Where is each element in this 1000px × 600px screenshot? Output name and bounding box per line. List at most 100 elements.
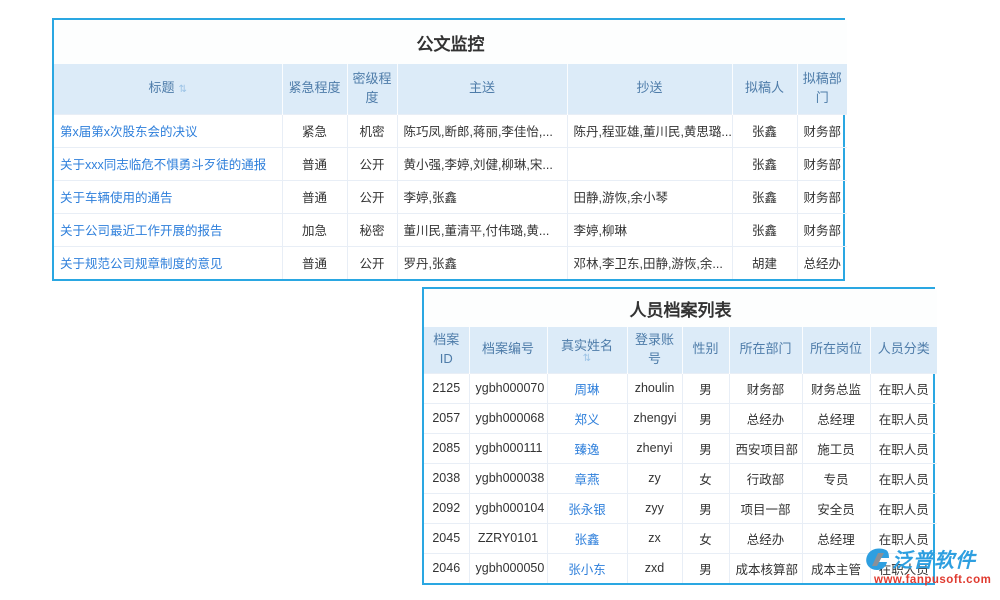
personnel-cell-archive-no: ZZRY0101 — [469, 523, 547, 553]
person-name-link[interactable]: 章燕 — [574, 473, 599, 487]
column-header-7[interactable]: 所在岗位 — [802, 327, 870, 373]
personnel-cell-real-name: 张小东 — [547, 553, 627, 583]
personnel-table-row: 2046ygbh000050张小东zxd男成本核算部成本主管在职人员 — [424, 553, 937, 583]
personnel-cell-login-account: zhenyi — [627, 433, 682, 463]
doc-title-link[interactable]: 关于xxx同志临危不惧勇斗歹徒的通报 — [60, 158, 266, 172]
doc-cell-secrecy: 公开 — [347, 180, 397, 213]
doc-table-header-row: 标题⇅ 紧急程度密级程度 主送 抄送 拟稿人拟稿部门 — [54, 64, 847, 114]
personnel-cell-archive-no: ygbh000068 — [469, 403, 547, 433]
personnel-cell-real-name: 章燕 — [547, 463, 627, 493]
personnel-cell-position: 专员 — [802, 463, 870, 493]
doc-cell-urgency: 加急 — [282, 213, 347, 246]
column-header-7[interactable]: 拟稿部门 — [797, 64, 847, 114]
column-header-label: 所在部门 — [739, 341, 791, 356]
doc-cell-drafter: 张鑫 — [732, 180, 797, 213]
column-header-8[interactable]: 人员分类 — [870, 327, 937, 373]
doc-cell-secrecy: 公开 — [347, 246, 397, 279]
doc-cell-draft_dept: 财务部 — [797, 213, 847, 246]
personnel-table-header-row: 档案ID 档案编号真实姓名 ⇅ 登录账号性别所在部门所在岗位人员分类 — [424, 327, 937, 373]
column-header-3[interactable]: 密级程度 — [347, 64, 397, 114]
person-name-link[interactable]: 郑义 — [574, 413, 599, 427]
column-header-6[interactable]: 拟稿人 — [732, 64, 797, 114]
column-header-label: 真实姓名 — [561, 338, 613, 353]
personnel-cell-position: 财务总监 — [802, 373, 870, 403]
person-name-link[interactable]: 张小东 — [568, 563, 606, 577]
doc-cell-cc — [567, 147, 732, 180]
personnel-cell-gender: 女 — [682, 523, 729, 553]
column-header-label: 紧急程度 — [288, 80, 340, 95]
personnel-cell-category: 在职人员 — [870, 493, 937, 523]
doc-title-link[interactable]: 关于车辆使用的通告 — [60, 191, 173, 205]
doc-cell-draft_dept: 总经办 — [797, 246, 847, 279]
column-header-5[interactable]: 性别 — [682, 327, 729, 373]
personnel-cell-category: 在职人员 — [870, 373, 937, 403]
doc-cell-main_send: 陈巧凤,断郎,蒋丽,李佳怡,... — [397, 114, 567, 147]
column-header-3[interactable]: 真实姓名 ⇅ — [547, 327, 627, 373]
personnel-cell-archive-no: ygbh000104 — [469, 493, 547, 523]
column-header-4[interactable]: 登录账号 — [627, 327, 682, 373]
personnel-cell-gender: 男 — [682, 553, 729, 583]
personnel-cell-category: 在职人员 — [870, 463, 937, 493]
doc-cell-main_send: 董川民,董清平,付伟璐,黄... — [397, 213, 567, 246]
personnel-table-row: 2125ygbh000070周琳zhoulin男财务部财务总监在职人员 — [424, 373, 937, 403]
personnel-cell-archive-id: 2125 — [424, 373, 469, 403]
column-header-label: 拟稿人 — [745, 80, 784, 95]
column-header-label: 登录账号 — [635, 332, 674, 366]
doc-cell-urgency: 普通 — [282, 147, 347, 180]
watermark-url: www.fanpusoft.com — [874, 574, 998, 586]
person-name-link[interactable]: 张永银 — [568, 503, 606, 517]
doc-table-row: 关于车辆使用的通告普通公开李婷,张鑫田静,游恢,余小琴张鑫财务部 — [54, 180, 847, 213]
personnel-cell-login-account: zhoulin — [627, 373, 682, 403]
personnel-cell-archive-id: 2045 — [424, 523, 469, 553]
column-header-2[interactable]: 紧急程度 — [282, 64, 347, 114]
person-name-link[interactable]: 张鑫 — [574, 533, 599, 547]
doc-cell-drafter: 张鑫 — [732, 147, 797, 180]
column-header-1[interactable]: 标题⇅ — [54, 64, 282, 114]
doc-cell-cc: 李婷,柳琳 — [567, 213, 732, 246]
doc-cell-cc: 陈丹,程亚雄,董川民,黄思璐... — [567, 114, 732, 147]
personnel-cell-archive-no: ygbh000038 — [469, 463, 547, 493]
doc-cell-urgency: 普通 — [282, 180, 347, 213]
doc-cell-secrecy: 公开 — [347, 147, 397, 180]
personnel-table-row: 2092ygbh000104张永银zyy男项目一部安全员在职人员 — [424, 493, 937, 523]
doc-table-row: 关于规范公司规章制度的意见普通公开罗丹,张鑫邓林,李卫东,田静,游恢,余...胡… — [54, 246, 847, 279]
doc-cell-drafter: 张鑫 — [732, 114, 797, 147]
person-name-link[interactable]: 周琳 — [574, 383, 599, 397]
personnel-archive-table: 人员档案列表 档案ID档案编号真实姓名⇅登录账号性别所在部门所在岗位人员分类 2… — [422, 287, 935, 585]
column-header-2[interactable]: 档案编号 — [469, 327, 547, 373]
column-header-6[interactable]: 所在部门 — [729, 327, 802, 373]
column-header-label: 档案ID — [433, 332, 459, 366]
doc-title-link[interactable]: 关于规范公司规章制度的意见 — [60, 257, 223, 271]
column-header-4[interactable]: 主送 — [397, 64, 567, 114]
column-header-label: 密级程度 — [352, 71, 391, 105]
doc-cell-title: 第x届第x次股东会的决议 — [54, 114, 282, 147]
personnel-cell-position: 总经理 — [802, 523, 870, 553]
personnel-cell-archive-no: ygbh000070 — [469, 373, 547, 403]
personnel-table-row: 2057ygbh000068郑义zhengyi男总经办总经理在职人员 — [424, 403, 937, 433]
personnel-cell-login-account: zhengyi — [627, 403, 682, 433]
personnel-cell-gender: 男 — [682, 403, 729, 433]
personnel-cell-real-name: 郑义 — [547, 403, 627, 433]
sort-icon[interactable]: ⇅ — [179, 84, 187, 95]
personnel-cell-department: 总经办 — [729, 523, 802, 553]
doc-cell-title: 关于规范公司规章制度的意见 — [54, 246, 282, 279]
personnel-cell-real-name: 张鑫 — [547, 523, 627, 553]
doc-title-link[interactable]: 第x届第x次股东会的决议 — [60, 125, 198, 139]
personnel-cell-login-account: zy — [627, 463, 682, 493]
personnel-cell-position: 总经理 — [802, 403, 870, 433]
column-header-1[interactable]: 档案ID — [424, 327, 469, 373]
column-header-5[interactable]: 抄送 — [567, 64, 732, 114]
personnel-cell-archive-id: 2057 — [424, 403, 469, 433]
doc-cell-cc: 田静,游恢,余小琴 — [567, 180, 732, 213]
column-header-label: 抄送 — [636, 80, 662, 95]
watermark-brand-text: 泛普软件 — [892, 544, 976, 573]
personnel-cell-department: 行政部 — [729, 463, 802, 493]
person-name-link[interactable]: 臻逸 — [574, 443, 599, 457]
doc-monitor-table: 公文监控 标题⇅紧急程度密级程度主送抄送拟稿人拟稿部门 第x届第x次股东会的决议… — [52, 18, 845, 281]
doc-cell-title: 关于公司最近工作开展的报告 — [54, 213, 282, 246]
column-header-label: 主送 — [469, 80, 495, 95]
personnel-cell-department: 总经办 — [729, 403, 802, 433]
sort-icon[interactable]: ⇅ — [551, 356, 624, 362]
doc-title-link[interactable]: 关于公司最近工作开展的报告 — [60, 224, 223, 238]
personnel-cell-real-name: 张永银 — [547, 493, 627, 523]
